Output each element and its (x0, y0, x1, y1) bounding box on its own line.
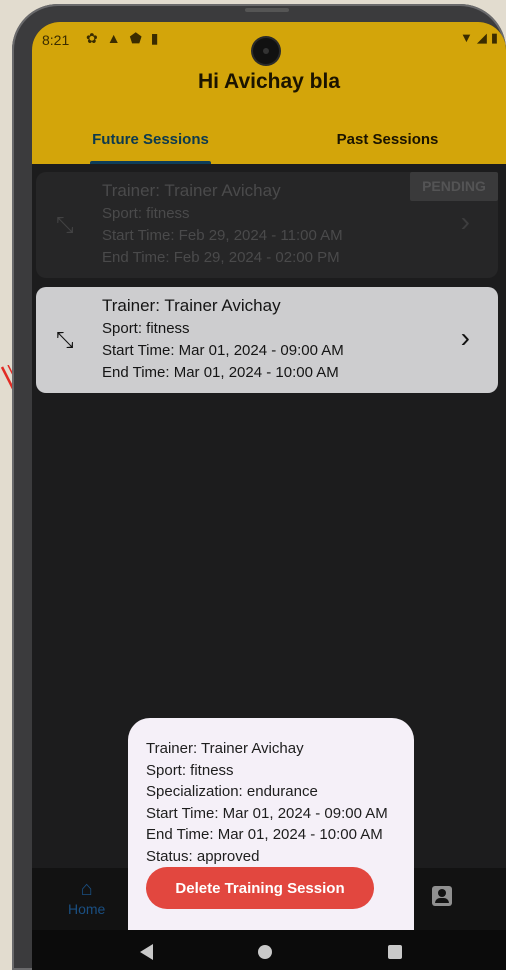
pending-badge: PENDING (410, 172, 498, 201)
home-icon: ⌂ (80, 878, 93, 900)
warning-icon: ▲ (106, 30, 121, 46)
dumbbell-icon: ⤡ (56, 212, 74, 237)
popup-start-time: Start Time: Mar 01, 2024 - 09:00 AM (146, 804, 388, 822)
popup-status: Status: approved (146, 847, 260, 865)
session-start-time: Start Time: Mar 01, 2024 - 09:00 AM (102, 342, 344, 359)
popup-sport: Sport: fitness (146, 761, 234, 779)
tab-past-sessions[interactable]: Past Sessions (269, 124, 506, 164)
session-end-time: End Time: Feb 29, 2024 - 02:00 PM (102, 249, 340, 266)
nav-home[interactable]: ⌂ Home (68, 878, 105, 917)
system-navigation-bar (32, 930, 506, 970)
status-time: 8:21 (42, 32, 70, 48)
home-circle-icon[interactable] (258, 945, 272, 959)
front-camera (253, 38, 279, 64)
tab-future-sessions[interactable]: Future Sessions (32, 124, 269, 164)
status-bar: 8:21 ✿ ▲ ⬟ ▮ ▼ ◢ ▮ (32, 22, 506, 64)
session-end-time: End Time: Mar 01, 2024 - 10:00 AM (102, 364, 339, 381)
wifi-icon: ▼ (459, 30, 473, 45)
popup-trainer: Trainer: Trainer Avichay (146, 740, 304, 757)
battery-icon: ▮ (490, 30, 498, 45)
popup-specialization: Specialization: endurance (146, 783, 318, 800)
session-details-popup: Trainer: Trainer Avichay Sport: fitness … (128, 718, 414, 930)
app-header: 8:21 ✿ ▲ ⬟ ▮ ▼ ◢ ▮ Hi Avichay bla Future… (32, 22, 506, 164)
settings-icon: ✿ (86, 30, 98, 46)
session-tabs: Future Sessions Past Sessions (32, 124, 506, 164)
delete-training-session-button[interactable]: Delete Training Session (146, 867, 374, 909)
back-icon[interactable] (140, 944, 153, 960)
dumbbell-icon: ⤡ (56, 327, 74, 352)
sd-card-icon: ▮ (150, 30, 159, 46)
session-card-pending[interactable]: ⤡ Trainer: Trainer Avichay Sport: fitnes… (36, 172, 498, 278)
session-sport: Sport: fitness (102, 320, 190, 337)
greeting-title: Hi Avichay bla (198, 70, 340, 93)
session-trainer: Trainer: Trainer Avichay (102, 296, 281, 315)
session-trainer: Trainer: Trainer Avichay (102, 181, 281, 200)
popup-end-time: End Time: Mar 01, 2024 - 10:00 AM (146, 826, 383, 843)
signal-icon: ◢ (476, 30, 487, 45)
phone-frame: 8:21 ✿ ▲ ⬟ ▮ ▼ ◢ ▮ Hi Avichay bla Future… (12, 4, 506, 970)
session-card[interactable]: ⤡ Trainer: Trainer Avichay Sport: fitnes… (36, 287, 498, 393)
session-sport: Sport: fitness (102, 205, 190, 222)
chevron-right-icon[interactable]: › (461, 322, 470, 354)
profile-icon (432, 886, 452, 906)
session-start-time: Start Time: Feb 29, 2024 - 11:00 AM (102, 227, 343, 244)
nav-profile[interactable] (432, 886, 452, 906)
status-icons-left: ✿ ▲ ⬟ ▮ (86, 30, 158, 47)
phone-speaker (245, 8, 289, 12)
phone-screen: 8:21 ✿ ▲ ⬟ ▮ ▼ ◢ ▮ Hi Avichay bla Future… (32, 22, 506, 970)
shield-icon: ⬟ (129, 30, 142, 46)
nav-home-label: Home (68, 901, 106, 917)
chevron-right-icon[interactable]: › (461, 206, 470, 238)
status-icons-right: ▼ ◢ ▮ (460, 30, 498, 46)
recent-apps-icon[interactable] (388, 945, 402, 959)
